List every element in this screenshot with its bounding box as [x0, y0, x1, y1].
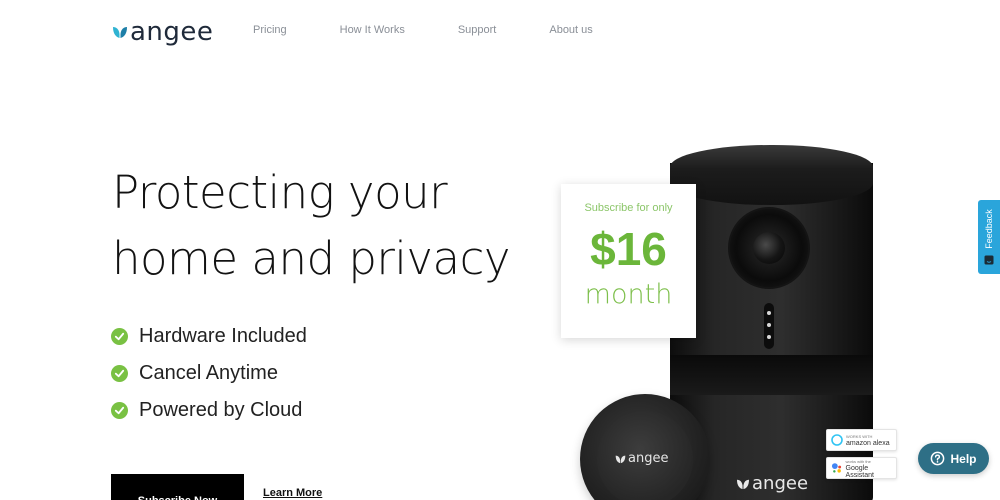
camera-lens-center [753, 232, 785, 264]
main-nav: Pricing How It Works Support About us [253, 24, 593, 36]
feature-list: Hardware Included Cancel Anytime Powered… [111, 318, 307, 429]
feature-label: Hardware Included [139, 325, 307, 347]
feedback-chat-icon [984, 255, 994, 265]
nav-support[interactable]: Support [458, 24, 497, 36]
check-circle-icon [111, 402, 128, 419]
puck-brand: angee [615, 451, 668, 466]
alexa-ring-icon [831, 434, 843, 446]
status-led [767, 335, 771, 339]
google-badge-text: works with the Google Assistant [846, 458, 896, 479]
leaf-heart-logo-icon [737, 479, 749, 489]
feature-item: Cancel Anytime [111, 355, 307, 392]
status-led [767, 311, 771, 315]
camera-band [670, 355, 873, 395]
feature-label: Cancel Anytime [139, 362, 278, 384]
price-amount: $16 [590, 223, 667, 275]
check-circle-icon [111, 328, 128, 345]
device-brand: angee [736, 473, 808, 494]
google-badge-small: works with the [845, 458, 871, 464]
amazon-alexa-badge: WORKS WITH amazon alexa [826, 429, 897, 451]
hero-title: Protecting your home and privacy [112, 160, 532, 292]
camera-top [670, 145, 873, 205]
subscribe-now-button[interactable]: Subscribe Now [111, 474, 244, 500]
nav-pricing[interactable]: Pricing [253, 24, 287, 36]
alexa-badge-small: WORKS WITH [846, 434, 873, 439]
hero-title-line-2: home and privacy [112, 232, 511, 285]
google-badge-large: Google Assistant [845, 464, 874, 479]
price-card: Subscribe for only $16 month [561, 184, 696, 338]
question-circle-icon [931, 451, 945, 466]
google-assistant-badge: works with the Google Assistant [826, 457, 897, 479]
price-period: month [584, 279, 673, 310]
brand-name: angee [130, 17, 214, 47]
nav-how-it-works[interactable]: How It Works [340, 24, 405, 36]
leaf-heart-logo-icon [113, 27, 127, 38]
help-button[interactable]: Help [918, 443, 989, 474]
alexa-badge-text: WORKS WITH amazon alexa [846, 433, 890, 447]
camera-lens [728, 207, 810, 289]
brand-logo[interactable]: angee [112, 18, 213, 46]
check-circle-icon [111, 365, 128, 382]
device-brand-text: angee [752, 473, 809, 494]
status-leds [764, 303, 774, 349]
nav-about-us[interactable]: About us [549, 24, 592, 36]
feature-label: Powered by Cloud [139, 399, 303, 421]
status-led [767, 323, 771, 327]
feature-item: Hardware Included [111, 318, 307, 355]
sensor-puck-face: angee [597, 411, 693, 500]
alexa-badge-large: amazon alexa [846, 440, 890, 447]
hero-title-line-1: Protecting your [112, 166, 448, 219]
leaf-heart-logo-icon [615, 455, 626, 463]
puck-brand-text: angee [628, 451, 669, 466]
help-label: Help [950, 451, 977, 466]
google-assistant-icon [831, 463, 842, 473]
price-subtitle: Subscribe for only [584, 202, 673, 214]
learn-more-link[interactable]: Learn More [263, 487, 322, 499]
feedback-label: Feedback [984, 209, 994, 249]
feedback-tab[interactable]: Feedback [978, 200, 1000, 274]
feature-item: Powered by Cloud [111, 392, 307, 429]
